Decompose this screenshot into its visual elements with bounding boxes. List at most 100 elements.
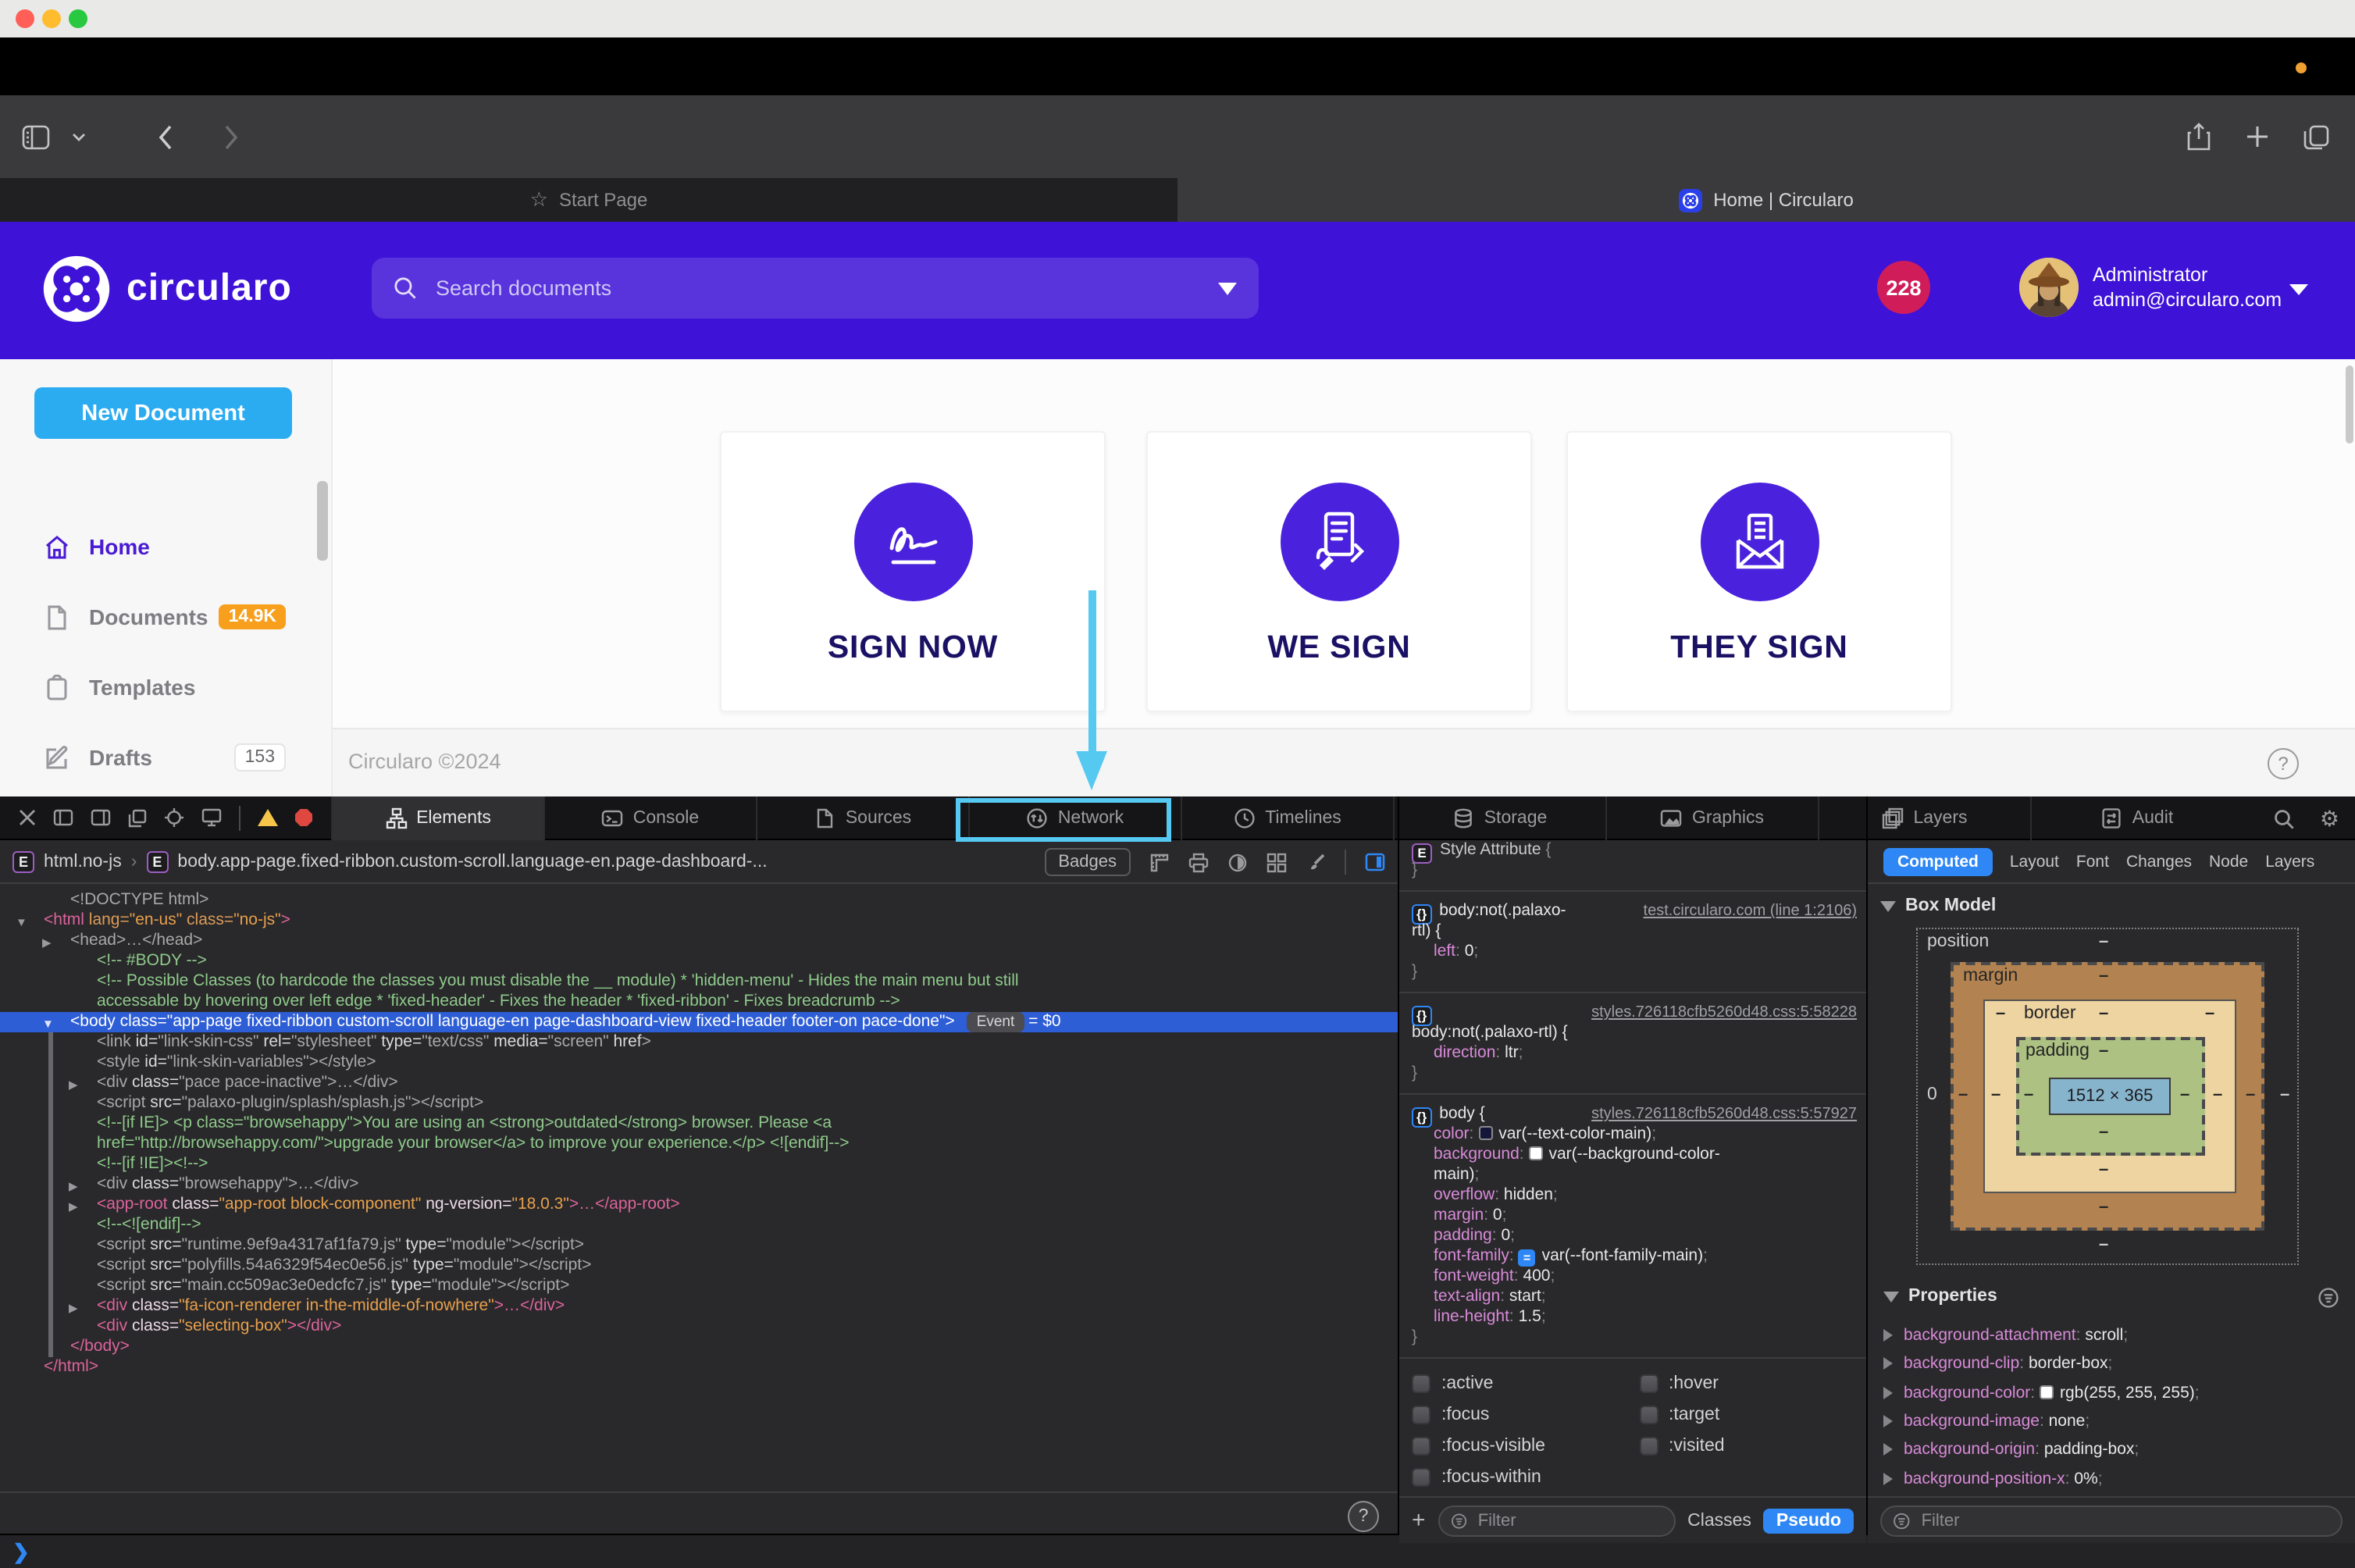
detach-window-icon[interactable]	[128, 808, 147, 827]
dom-node[interactable]: <div class="selecting-box"></div>	[0, 1317, 1398, 1337]
css-source-link[interactable]: test.circularo.com (line 1:2106)	[1644, 901, 1857, 921]
sidebar-scrollbar[interactable]	[317, 481, 328, 561]
device-icon[interactable]	[201, 807, 222, 828]
close-icon[interactable]	[19, 809, 36, 826]
details-sidebar-toggle-icon[interactable]	[1365, 853, 1385, 871]
box-model-value[interactable]: –	[2099, 1004, 2108, 1023]
disclosure-closed-icon[interactable]: ▶	[69, 1196, 78, 1217]
box-model-value[interactable]: –	[2099, 932, 2108, 951]
styles-panel[interactable]: EStyle Attribute { } {}body:not(.palaxo-…	[1399, 840, 1866, 1496]
forward-icon[interactable]	[223, 124, 239, 149]
traffic-light-zoom[interactable]	[69, 9, 87, 28]
inspector-tab-graphics[interactable]: Graphics	[1605, 796, 1818, 839]
css-property[interactable]: margin: 0;	[1399, 1206, 1866, 1226]
badges-button[interactable]: Badges	[1044, 848, 1131, 876]
pseudo-toggle-focus-visible[interactable]: :focus-visible	[1412, 1437, 1639, 1456]
event-badge[interactable]: Event	[967, 1012, 1024, 1032]
css-source-link[interactable]: styles.726118cfb5260d48.css:5:57927	[1591, 1104, 1857, 1124]
card-we-sign[interactable]: WE SIGN	[1146, 431, 1532, 712]
user-menu-caret-icon[interactable]	[2289, 284, 2308, 295]
dom-node[interactable]: ▶<div class="browsehappy">…</div>	[0, 1174, 1398, 1195]
dom-node[interactable]: ▶<div class="fa-icon-renderer in-the-mid…	[0, 1296, 1398, 1317]
add-rule-icon[interactable]: +	[1412, 1507, 1426, 1534]
grid-overlay-icon[interactable]	[1267, 852, 1287, 872]
sidebar-item-drafts[interactable]: Drafts153	[0, 736, 333, 779]
errors-icon[interactable]	[295, 809, 312, 826]
dom-node[interactable]: <!DOCTYPE html>	[0, 890, 1398, 911]
sidebar-item-templates[interactable]: Templates	[0, 665, 333, 709]
styles-filter[interactable]	[1438, 1505, 1676, 1536]
box-model-value[interactable]: –	[2180, 1085, 2189, 1104]
dom-tree-panel[interactable]: <!DOCTYPE html>▼<html lang="en-us" class…	[0, 884, 1398, 1496]
checkbox-icon[interactable]	[1412, 1437, 1430, 1456]
checkbox-icon[interactable]	[1412, 1374, 1430, 1393]
computed-property[interactable]: background-clip: border-box;	[1868, 1350, 2355, 1379]
print-icon[interactable]	[1188, 852, 1209, 872]
box-model-content[interactable]: 1512 × 365	[2049, 1078, 2171, 1115]
inspector-tab-console[interactable]: Console	[543, 796, 756, 839]
disclosure-open-icon[interactable]: ▼	[16, 912, 27, 932]
dom-node[interactable]: ▶<app-root class="app-root block-compone…	[0, 1195, 1398, 1215]
element-picker-icon[interactable]	[164, 807, 184, 828]
box-model-value[interactable]: –	[2099, 967, 2108, 985]
box-model-value[interactable]: –	[2213, 1085, 2222, 1104]
disclosure-closed-icon[interactable]: ▶	[69, 1298, 78, 1318]
dock-side-icon[interactable]	[53, 809, 73, 826]
help-button[interactable]: ?	[2268, 748, 2299, 779]
dom-node[interactable]: <link id="link-skin-css" rel="stylesheet…	[0, 1032, 1398, 1053]
page-scrollbar[interactable]	[2346, 365, 2353, 444]
dom-node[interactable]: <!--[if IE]> <p class="browsehappy">You …	[0, 1114, 1398, 1134]
box-model-value[interactable]: –	[2205, 1004, 2214, 1023]
box-model-value[interactable]: –	[2099, 1198, 2108, 1217]
dom-node[interactable]: ▶<div class="pace pace-inactive">…</div>	[0, 1073, 1398, 1093]
sidebar-item-documents[interactable]: Documents14.9K	[0, 595, 333, 639]
inspector-tab-sources[interactable]: Sources	[756, 796, 968, 839]
warnings-icon[interactable]	[258, 809, 278, 826]
dom-node[interactable]: accessable by hovering over left edge * …	[0, 992, 1398, 1012]
computed-property[interactable]: background-origin: padding-box;	[1868, 1435, 2355, 1464]
pseudo-toggle-hover[interactable]: :hover	[1639, 1374, 1866, 1393]
classes-button[interactable]: Classes	[1687, 1511, 1751, 1530]
dom-node[interactable]: <!-- Possible Classes (to hardcode the c…	[0, 971, 1398, 992]
css-property[interactable]: padding: 0;	[1399, 1226, 1866, 1246]
checkbox-icon[interactable]	[1639, 1374, 1658, 1393]
checkbox-icon[interactable]	[1412, 1468, 1430, 1487]
traffic-light-close[interactable]	[16, 9, 34, 28]
traffic-light-minimize[interactable]	[42, 9, 61, 28]
disclosure-closed-icon[interactable]: ▶	[69, 1074, 78, 1095]
box-model-value[interactable]: –	[2099, 1160, 2108, 1179]
css-property[interactable]: overflow: hidden;	[1399, 1185, 1866, 1206]
properties-header[interactable]: Properties	[1868, 1287, 2355, 1306]
user-info[interactable]: Administrator admin@circularo.com	[2093, 262, 2282, 312]
computed-property[interactable]: background-position-x: 0%;	[1868, 1464, 2355, 1493]
search-scope-caret-icon[interactable]	[1218, 282, 1237, 294]
inspector-search-icon[interactable]	[2275, 808, 2295, 829]
breadcrumb-item[interactable]: body.app-page.fixed-ribbon.custom-scroll…	[177, 852, 767, 871]
box-model-value[interactable]: –	[2280, 1085, 2289, 1104]
css-property[interactable]: line-height: 1.5;	[1399, 1307, 1866, 1327]
dom-node[interactable]: <style id="link-skin-variables"></style>	[0, 1053, 1398, 1073]
box-model-value[interactable]: –	[1958, 1085, 1968, 1104]
avatar[interactable]	[2019, 258, 2079, 317]
disclosure-closed-icon[interactable]: ▶	[69, 1176, 78, 1196]
css-source-link[interactable]: styles.726118cfb5260d48.css:5:58228	[1591, 1003, 1857, 1023]
inspector-settings-icon[interactable]: ⚙	[2320, 805, 2339, 832]
dom-node[interactable]: <script src="runtime.9ef9a4317af1fa79.js…	[0, 1235, 1398, 1256]
sidebar-item-home[interactable]: Home	[0, 525, 333, 568]
checkbox-icon[interactable]	[1639, 1406, 1658, 1424]
notification-badge[interactable]: 228	[1877, 261, 1930, 314]
color-swatch[interactable]	[1478, 1126, 1492, 1140]
pseudo-toggle-focus[interactable]: :focus	[1412, 1406, 1639, 1424]
inspector-tab-audit[interactable]: Audit	[2030, 796, 2243, 839]
details-tab-layers[interactable]: Layers	[2265, 852, 2314, 871]
computed-filter[interactable]	[1880, 1505, 2343, 1536]
css-property[interactable]: font-weight: 400;	[1399, 1267, 1866, 1287]
dom-node[interactable]: ▶<head>…</head>	[0, 931, 1398, 951]
dom-node[interactable]: <!--<![endif]-->	[0, 1215, 1398, 1235]
card-they-sign[interactable]: THEY SIGN	[1566, 431, 1952, 712]
dom-node[interactable]: <!-- #BODY -->	[0, 951, 1398, 971]
computed-filter-input[interactable]	[1919, 1509, 2330, 1531]
details-tab-font[interactable]: Font	[2076, 852, 2109, 871]
inspector-tab-elements[interactable]: Elements	[331, 796, 543, 839]
share-icon[interactable]	[2186, 122, 2211, 151]
